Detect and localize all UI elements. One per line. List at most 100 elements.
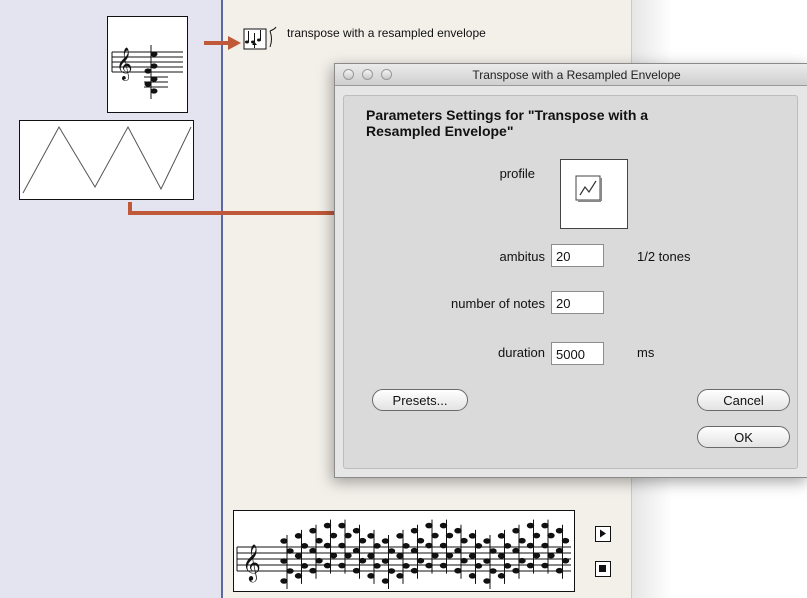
note-head	[338, 522, 346, 529]
parameters-dialog: Transpose with a Resampled Envelope Para…	[334, 63, 807, 478]
note-head	[286, 548, 294, 554]
note-head	[309, 567, 317, 574]
note-head	[555, 527, 564, 534]
note-head	[294, 533, 303, 539]
note-head	[352, 527, 361, 534]
note-head	[280, 558, 288, 564]
duration-field[interactable]: 5000	[551, 342, 604, 365]
svg-text:𝄞: 𝄞	[116, 47, 133, 81]
transpose-function-icon[interactable]	[242, 25, 282, 53]
note-head	[416, 557, 425, 564]
note-head	[358, 537, 367, 544]
break-point-function-icon	[575, 175, 602, 202]
play-button[interactable]	[595, 526, 611, 542]
note-head	[460, 557, 468, 564]
note-head	[439, 522, 448, 529]
note-head	[396, 533, 404, 539]
note-head	[547, 552, 555, 559]
note-head	[445, 552, 454, 559]
note-head	[454, 567, 462, 574]
note-head	[526, 562, 535, 569]
note-head	[352, 547, 361, 554]
envelope-box[interactable]	[19, 120, 194, 200]
note-head	[286, 568, 294, 574]
ok-button[interactable]: OK	[697, 426, 790, 448]
dialog-heading: Parameters Settings for "Transpose with …	[366, 107, 649, 139]
envelope-curve	[22, 125, 192, 194]
note-head	[468, 573, 477, 579]
note-head	[416, 537, 425, 544]
note-head	[373, 543, 381, 549]
result-staff: 𝄞	[236, 519, 571, 589]
cancel-button[interactable]: Cancel	[697, 389, 790, 411]
note-head	[410, 567, 419, 574]
function-label: transpose with a resampled envelope	[287, 26, 486, 40]
note-head	[344, 552, 352, 559]
dialog-title: Transpose with a Resampled Envelope	[472, 68, 681, 82]
note-head	[410, 527, 419, 534]
note-head	[454, 527, 462, 534]
note-head	[468, 553, 477, 559]
dialog-titlebar[interactable]: Transpose with a Resampled Envelope	[335, 64, 807, 86]
note-head	[280, 538, 288, 544]
ambitus-unit: 1/2 tones	[637, 249, 691, 264]
note-head	[497, 553, 506, 559]
note-head	[396, 573, 404, 579]
note-head	[381, 538, 390, 544]
note-head	[425, 522, 433, 529]
note-head	[541, 542, 549, 549]
ambitus-field[interactable]: 20	[551, 244, 604, 267]
note-head	[489, 568, 497, 574]
note-head	[431, 552, 439, 559]
note-head	[344, 532, 352, 539]
note-head	[402, 543, 410, 549]
note-head	[439, 562, 448, 569]
note-head	[300, 563, 309, 569]
note-head	[503, 543, 512, 549]
note-head	[329, 532, 338, 539]
note-head	[526, 522, 535, 529]
presets-button[interactable]: Presets...	[372, 389, 468, 411]
note-head	[309, 527, 317, 534]
note-head	[541, 522, 549, 529]
note-head	[381, 578, 390, 584]
chord-score-box[interactable]: 𝄞	[107, 16, 188, 113]
note-head	[323, 562, 332, 569]
note-head	[512, 547, 520, 554]
note-head	[518, 537, 526, 544]
number-of-notes-field[interactable]: 20	[551, 291, 604, 314]
note-head	[526, 542, 535, 549]
note-head	[425, 542, 433, 549]
note-head	[309, 547, 317, 554]
note-head	[329, 552, 338, 559]
note-head	[387, 548, 396, 554]
ambitus-label: ambitus	[499, 249, 545, 264]
duration-label: duration	[498, 345, 545, 360]
note-head	[503, 563, 512, 569]
profile-label: profile	[499, 166, 535, 181]
note-head	[352, 567, 361, 574]
note-head	[532, 552, 541, 559]
note-head	[512, 527, 520, 534]
result-score-box[interactable]: 𝄞	[233, 510, 575, 592]
note-head	[338, 542, 346, 549]
note-head	[425, 562, 433, 569]
note-head	[489, 548, 497, 554]
note-head	[367, 553, 375, 559]
note-head	[294, 573, 303, 579]
note-head	[396, 553, 404, 559]
note-head	[483, 538, 491, 544]
note-head	[300, 543, 309, 549]
stop-button[interactable]	[595, 561, 611, 577]
note-head	[483, 558, 491, 564]
duration-unit: ms	[637, 345, 655, 360]
note-head	[468, 533, 477, 539]
profile-button[interactable]	[560, 159, 628, 229]
note-head	[518, 557, 526, 564]
note-head	[439, 542, 448, 549]
note-head	[460, 537, 468, 544]
note-head	[532, 532, 541, 539]
note-head	[555, 547, 564, 554]
note-head	[497, 573, 506, 579]
stop-icon	[599, 565, 606, 572]
